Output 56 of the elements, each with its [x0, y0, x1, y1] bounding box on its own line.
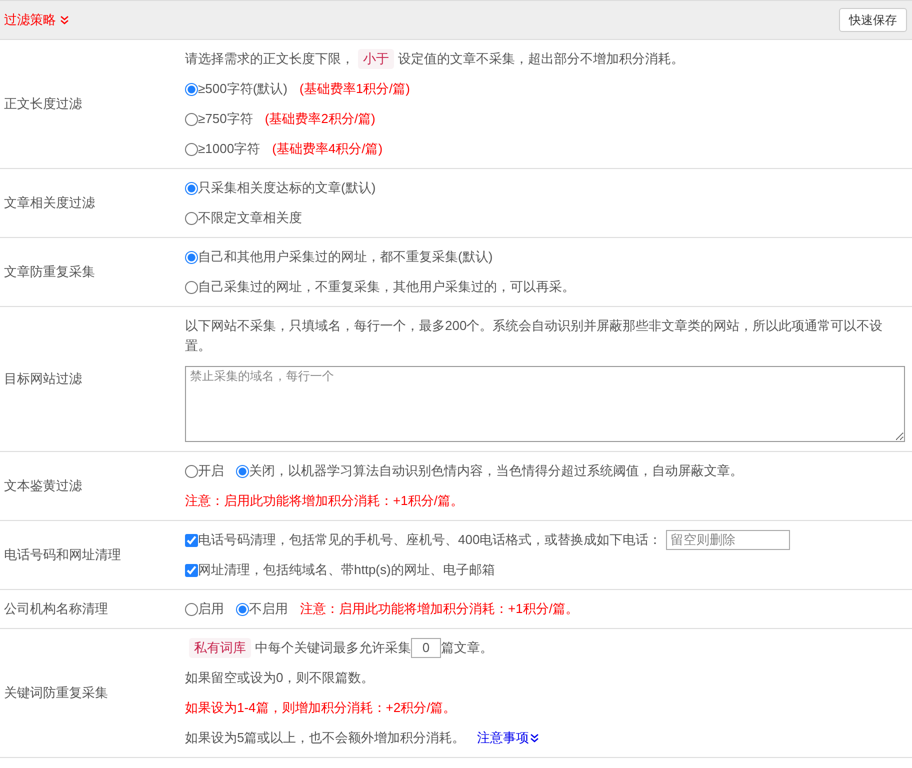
warning-text: (基础费率2积分/篇): [264, 110, 376, 128]
notice-link[interactable]: 注意事项: [477, 728, 540, 748]
domain-textarea[interactable]: 禁止采集的域名，每行一个: [185, 366, 905, 442]
radio-option[interactable]: 不限定文章相关度: [185, 208, 302, 228]
description-text: 如果设为5篇或以上，也不会额外增加积分消耗。: [185, 729, 466, 747]
radio-option[interactable]: 开启: [185, 461, 224, 481]
radio-button[interactable]: [185, 112, 198, 126]
description-text: 以下网站不采集，只填域名，每行一个，最多200个。系统会自动识别并屏蔽那些非文章类的网站，所以此项通常可以不设置。: [185, 317, 884, 355]
checkbox[interactable]: [185, 534, 198, 546]
checkbox[interactable]: [185, 564, 198, 576]
row-label: 正文长度过滤: [4, 95, 82, 114]
quick-save-button[interactable]: 快速保存: [839, 8, 907, 32]
radio-option[interactable]: ≥500字符(默认): [185, 79, 288, 99]
row-label: 文章防重复采集: [4, 263, 95, 282]
radio-button[interactable]: [185, 142, 198, 156]
radio-button[interactable]: [185, 250, 198, 264]
radio-option[interactable]: ≥750字符: [185, 109, 253, 129]
description-text: 设定值的文章不采集，超出部分不增加积分消耗。: [398, 50, 684, 68]
radio-option[interactable]: 不启用: [236, 599, 288, 619]
radio-button[interactable]: [236, 464, 249, 478]
warning-text: (基础费率1积分/篇): [299, 80, 410, 98]
radio-button[interactable]: [236, 602, 249, 616]
radio-button[interactable]: [185, 182, 198, 194]
radio-button[interactable]: [185, 280, 198, 294]
row-label: 关键词防重复采集: [4, 684, 108, 702]
warning-text: 如果设为1-4篇，则增加积分消耗：+2积分/篇。: [185, 699, 456, 717]
warning-text: (基础费率4积分/篇): [272, 140, 383, 158]
description-text: 篇文章。: [441, 639, 493, 657]
radio-option[interactable]: 只采集相关度达标的文章(默认): [185, 178, 376, 198]
row-label: 电话号码和网址清理: [4, 546, 121, 564]
warning-text: 注意：启用此功能将增加积分消耗：+1积分/篇。: [185, 492, 464, 510]
description-text: 中每个关键词最多允许采集: [255, 639, 411, 657]
number-input-field[interactable]: 0: [411, 638, 441, 658]
row-label: 文章相关度过滤: [4, 194, 95, 212]
radio-option[interactable]: 自己采集过的网址，不重复采集，其他用户采集过的，可以再采。: [185, 277, 575, 297]
description-text: 请选择需求的正文长度下限，: [185, 50, 354, 68]
checkbox-option[interactable]: 电话号码清理，包括常见的手机号、座机号、400电话格式，或替换成如下电话：: [185, 530, 662, 550]
highlight-tag: 小于: [358, 49, 394, 69]
radio-button[interactable]: [185, 602, 198, 616]
row-label: 目标网站过滤: [4, 370, 82, 388]
radio-option[interactable]: 自己和其他用户采集过的网址，都不重复采集(默认): [185, 247, 493, 267]
radio-button[interactable]: [185, 82, 198, 96]
checkbox-option[interactable]: 网址清理，包括纯域名、带http(s)的网址、电子邮箱: [185, 560, 495, 580]
radio-option[interactable]: ≥1000字符: [185, 139, 260, 159]
row-label: 文本鉴黄过滤: [4, 477, 82, 496]
row-label: 公司机构名称清理: [4, 600, 108, 618]
radio-button[interactable]: [185, 212, 198, 224]
radio-button[interactable]: [185, 464, 198, 478]
double-chevron-icon: [60, 15, 69, 25]
radio-option[interactable]: 关闭，以机器学习算法自动识别色情内容，当色情得分超过系统阈值，自动屏蔽文章。: [236, 461, 743, 481]
radio-option[interactable]: 启用: [185, 599, 224, 619]
phone-input-field[interactable]: 留空则删除: [666, 530, 790, 550]
double-chevron-icon: [530, 733, 540, 743]
description-text: 如果留空或设为0，则不限篇数。: [185, 669, 374, 687]
highlight-tag: 私有词库: [189, 638, 251, 658]
warning-text: 注意：启用此功能将增加积分消耗：+1积分/篇。: [300, 600, 578, 618]
